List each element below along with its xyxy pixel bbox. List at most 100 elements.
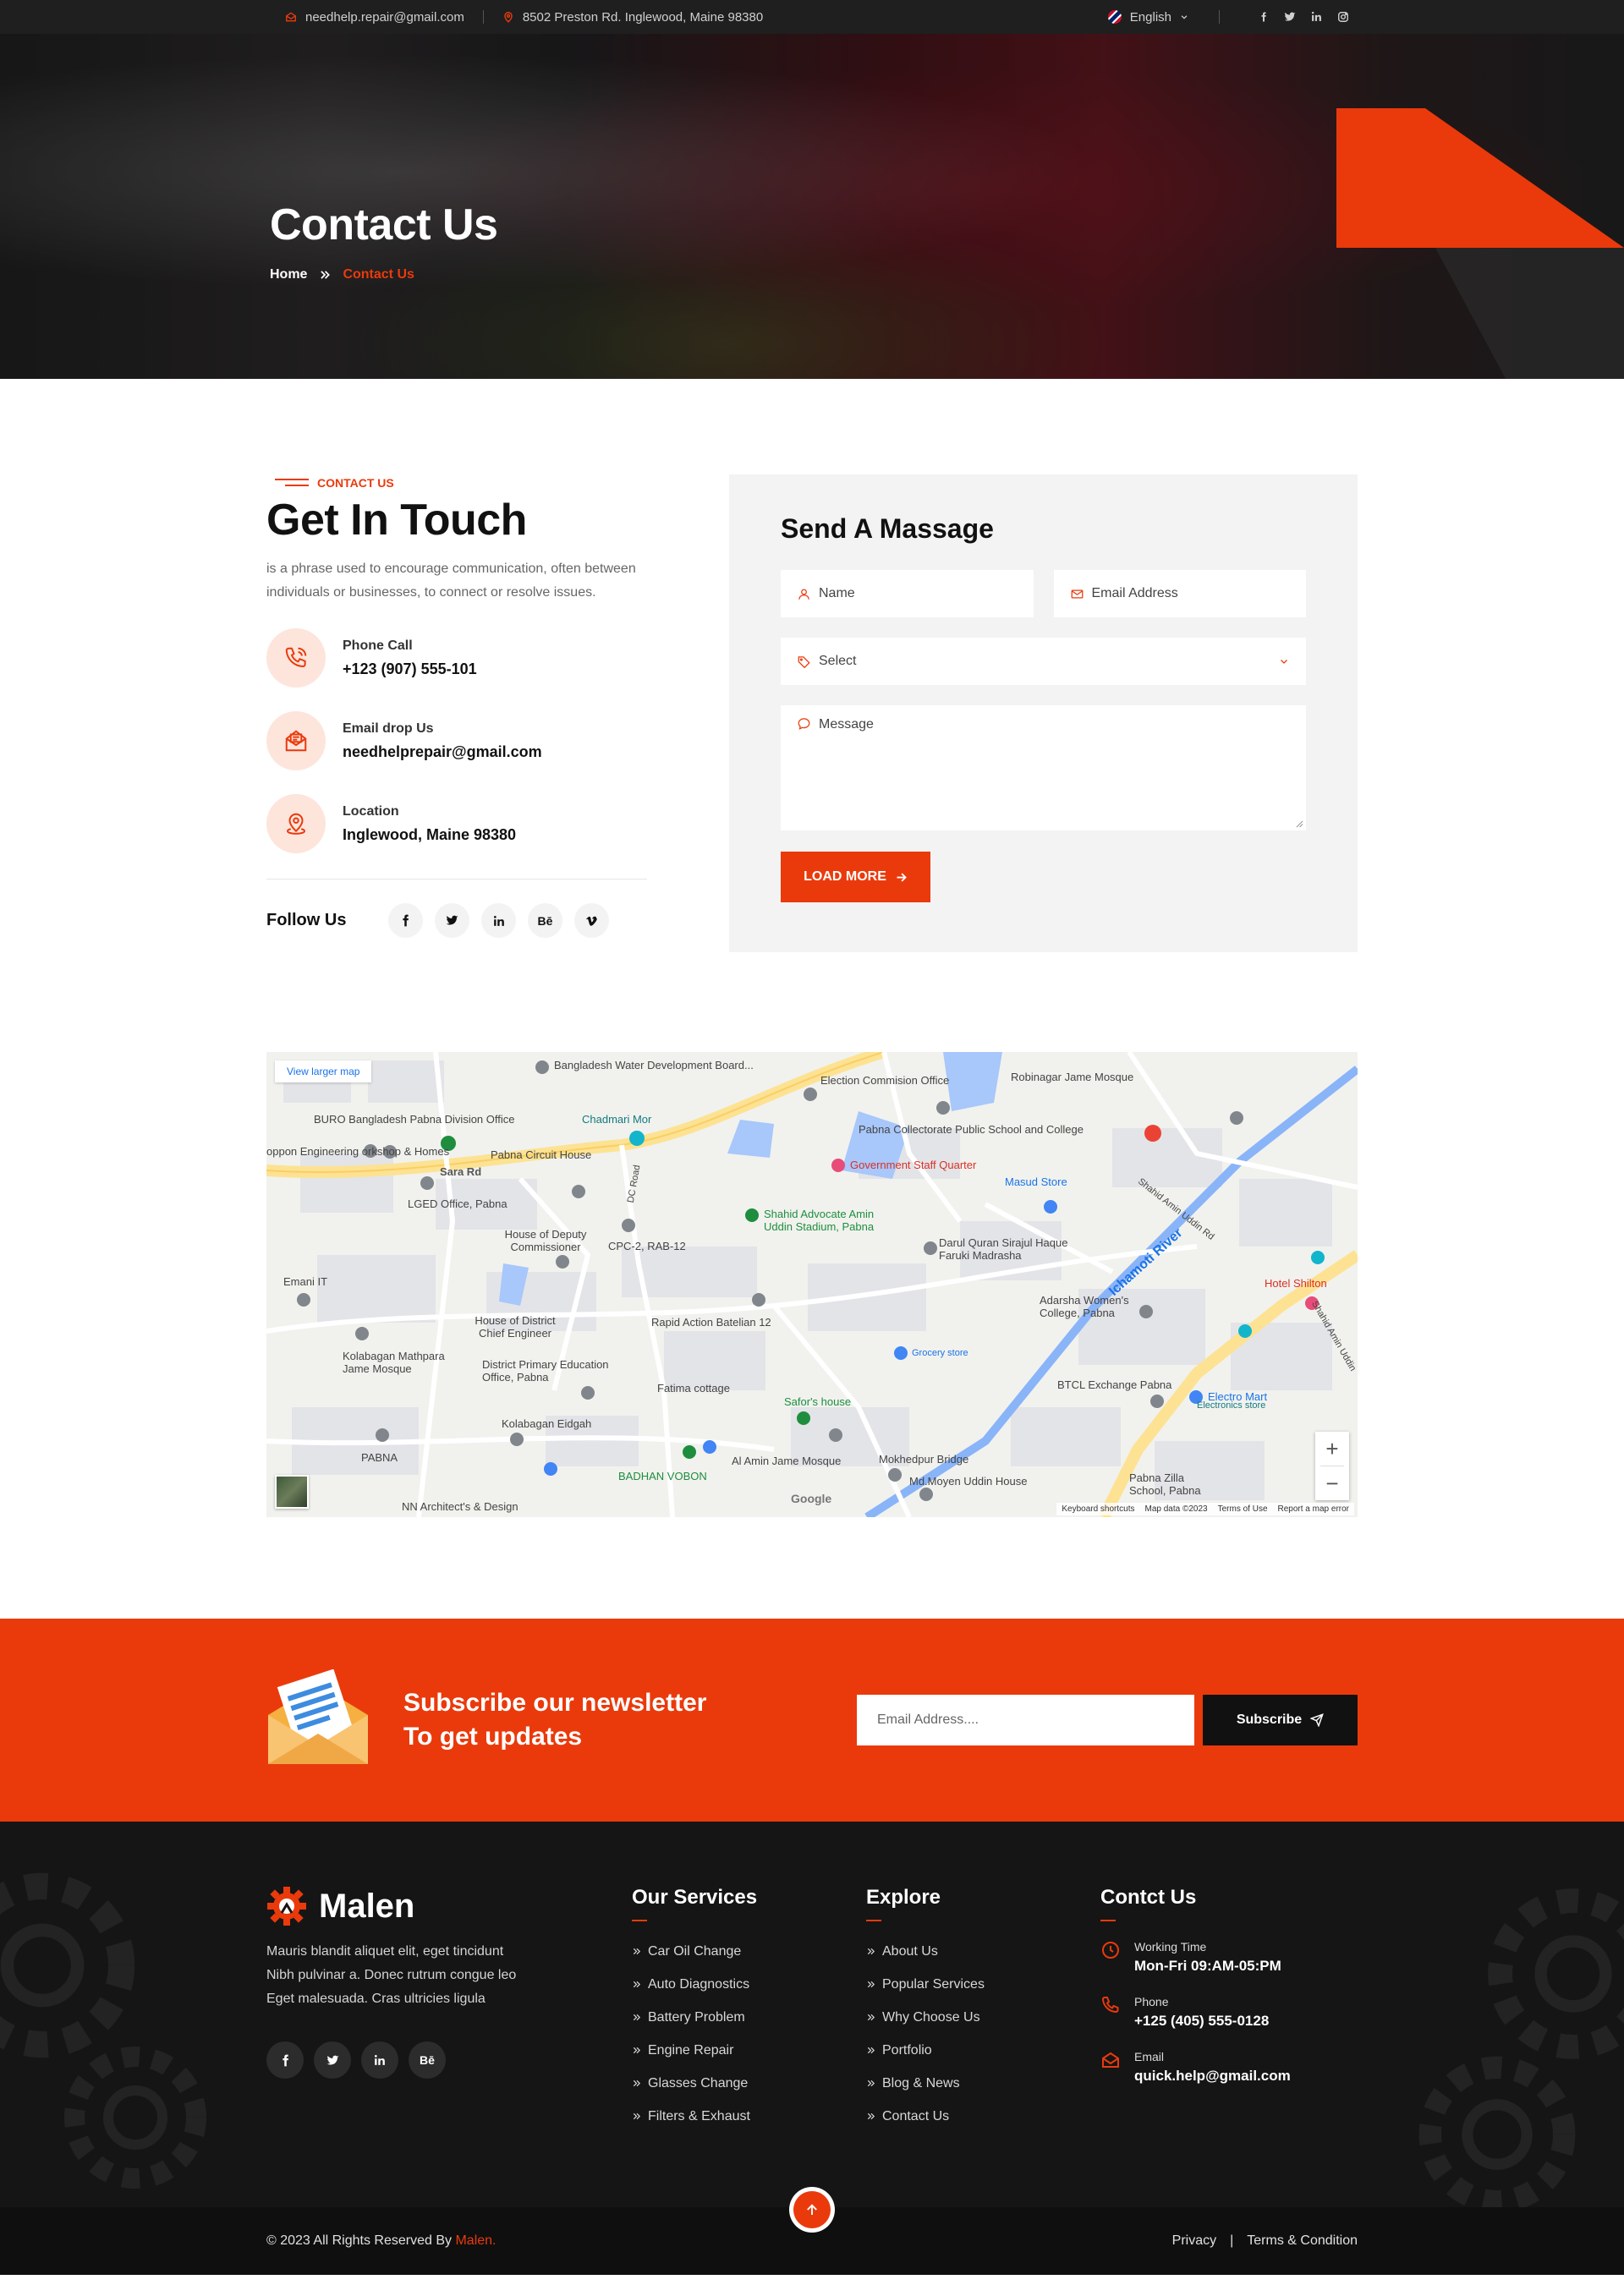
footer-link[interactable]: Battery Problem	[632, 2001, 866, 2034]
footer-link[interactable]: Car Oil Change	[632, 1935, 866, 1968]
subject-select[interactable]: Select	[781, 638, 1306, 685]
map-label: Bangladesh Water Development Board...	[554, 1059, 754, 1071]
map-label: Election Commision Office	[820, 1074, 950, 1087]
footer-linkedin-button[interactable]	[361, 2041, 398, 2079]
gear-decoration-icon	[64, 2047, 206, 2189]
gear-logo-icon	[267, 1887, 306, 1926]
vimeo-button[interactable]	[574, 903, 609, 938]
footer-link[interactable]: Auto Diagnostics	[632, 1968, 866, 2001]
contact-item-value[interactable]: needhelprepair@gmail.com	[343, 743, 542, 761]
zoom-out-button[interactable]: −	[1315, 1466, 1349, 1500]
map-label: Shahid Advocate Amin Uddin Stadium, Pabn…	[764, 1208, 875, 1233]
footer-column-title: Contct Us	[1100, 1886, 1335, 1921]
footer-link[interactable]: Filters & Exhaust	[632, 2100, 866, 2133]
chevron-down-icon	[1181, 15, 1188, 19]
footer-link[interactable]: Blog & News	[866, 2067, 1100, 2100]
keyboard-shortcuts-link[interactable]: Keyboard shortcuts	[1062, 1504, 1134, 1514]
subscribe-button[interactable]: Subscribe	[1203, 1695, 1358, 1745]
tag-lines-icon	[275, 479, 309, 487]
facebook-icon[interactable]	[1259, 11, 1269, 23]
chat-bubble-icon	[798, 718, 810, 730]
map-label: Pabna Circuit House	[491, 1148, 592, 1161]
linkedin-button[interactable]	[481, 903, 516, 938]
map-data-text: Map data ©2023	[1144, 1504, 1208, 1514]
double-chevron-right-icon	[867, 2047, 875, 2054]
twitter-button[interactable]	[435, 903, 469, 938]
copyright-brand[interactable]: Malen.	[455, 2233, 496, 2248]
footer-behance-button[interactable]: Bē	[409, 2041, 446, 2079]
privacy-link[interactable]: Privacy	[1172, 2233, 1216, 2249]
map-label: Emani IT	[283, 1275, 328, 1288]
footer-link[interactable]: Contact Us	[866, 2100, 1100, 2133]
footer-facebook-button[interactable]	[266, 2041, 304, 2079]
behance-button[interactable]: Bē	[528, 903, 562, 938]
footer-link[interactable]: Portfolio	[866, 2034, 1100, 2067]
resize-handle-icon[interactable]	[1296, 820, 1303, 828]
map-label: BTCL Exchange Pabna	[1057, 1378, 1172, 1391]
footer-email: Email quick.help@gmail.com	[1100, 2050, 1335, 2085]
mail-icon	[1102, 2052, 1119, 2068]
footer-link[interactable]: Why Choose Us	[866, 2001, 1100, 2034]
newsletter-title-line1: Subscribe our newsletter	[403, 1689, 707, 1717]
breadcrumb: Home Contact Us	[270, 267, 1358, 282]
footer-contact-value[interactable]: +125 (405) 555-0128	[1134, 2013, 1269, 2030]
follow-us: Follow Us Bē	[266, 903, 647, 938]
email-placeholder: Email Address	[1091, 586, 1178, 600]
topbar-email[interactable]: needhelp.repair@gmail.com	[285, 10, 464, 25]
satellite-toggle[interactable]	[275, 1475, 309, 1509]
contact-item-value[interactable]: +123 (907) 555-101	[343, 660, 477, 678]
google-logo: Google	[791, 1492, 832, 1505]
map-label: NN Architect's & Design	[402, 1500, 518, 1513]
facebook-icon	[282, 2054, 288, 2066]
linkedin-icon[interactable]	[1311, 11, 1322, 22]
language-selector[interactable]: English	[1107, 10, 1188, 25]
section-tag-text: CONTACT US	[317, 476, 394, 490]
newsletter-envelope-icon	[268, 1669, 368, 1764]
map-label: Hotel Shilton	[1265, 1277, 1327, 1290]
twitter-icon	[446, 915, 458, 925]
footer-bottom-bar: © 2023 All Rights Reserved By Malen. Pri…	[0, 2187, 1624, 2275]
footer-link[interactable]: Popular Services	[866, 1968, 1100, 2001]
breadcrumb-home[interactable]: Home	[270, 267, 307, 282]
double-chevron-right-icon	[867, 2112, 875, 2120]
email-input[interactable]: Email Address	[1053, 570, 1306, 617]
vimeo-icon	[586, 916, 597, 926]
footer-contact-value: Mon-Fri 09:AM-05:PM	[1134, 1958, 1281, 1974]
instagram-icon[interactable]	[1337, 11, 1349, 23]
load-more-button[interactable]: LOAD MORE	[781, 852, 930, 902]
view-larger-map-link[interactable]: View larger map	[275, 1060, 372, 1082]
zoom-controls: + −	[1315, 1432, 1349, 1500]
map-label: Kolabagan Mathpara Jame Mosque	[343, 1350, 445, 1375]
twitter-icon[interactable]	[1284, 11, 1296, 23]
map-label: House of District Chief Engineer	[475, 1314, 556, 1340]
breadcrumb-current: Contact Us	[343, 267, 414, 282]
map-label: Pabna Collectorate Public School and Col…	[859, 1123, 1084, 1136]
map-label: LGED Office, Pabna	[408, 1197, 508, 1210]
terms-link[interactable]: Terms & Condition	[1247, 2233, 1358, 2249]
map-label: District Primary Education Office, Pabna	[482, 1358, 609, 1384]
name-input[interactable]: Name	[781, 570, 1034, 617]
double-chevron-right-icon	[633, 2014, 641, 2021]
uk-flag-icon	[1107, 10, 1122, 24]
terms-of-use-link[interactable]: Terms of Use	[1218, 1504, 1268, 1514]
newsletter-email-input[interactable]: Email Address....	[857, 1695, 1194, 1745]
message-textarea[interactable]: Message	[781, 705, 1306, 830]
footer-contact-value[interactable]: quick.help@gmail.com	[1134, 2068, 1291, 2085]
footer-link[interactable]: About Us	[866, 1935, 1100, 1968]
double-chevron-right-icon	[867, 1981, 875, 1988]
map-attribution: Keyboard shortcuts Map data ©2023 Terms …	[1056, 1503, 1354, 1515]
report-map-error-link[interactable]: Report a map error	[1278, 1504, 1349, 1514]
footer-link[interactable]: Glasses Change	[632, 2067, 866, 2100]
select-value: Select	[819, 654, 857, 668]
zoom-in-button[interactable]: +	[1315, 1432, 1349, 1466]
mail-open-icon	[266, 711, 326, 770]
footer-logo[interactable]: Malen	[266, 1886, 632, 1926]
map-label: Chadmari Mor	[582, 1113, 652, 1126]
footer-link[interactable]: Engine Repair	[632, 2034, 866, 2067]
top-bar: needhelp.repair@gmail.com 8502 Preston R…	[0, 0, 1624, 34]
google-map[interactable]: View larger map Bangladesh Water Develop…	[266, 1052, 1358, 1517]
double-chevron-right-icon	[633, 2047, 641, 2054]
footer-twitter-button[interactable]	[314, 2041, 351, 2079]
facebook-button[interactable]	[388, 903, 423, 938]
map-label: Masud Store	[1005, 1175, 1067, 1188]
